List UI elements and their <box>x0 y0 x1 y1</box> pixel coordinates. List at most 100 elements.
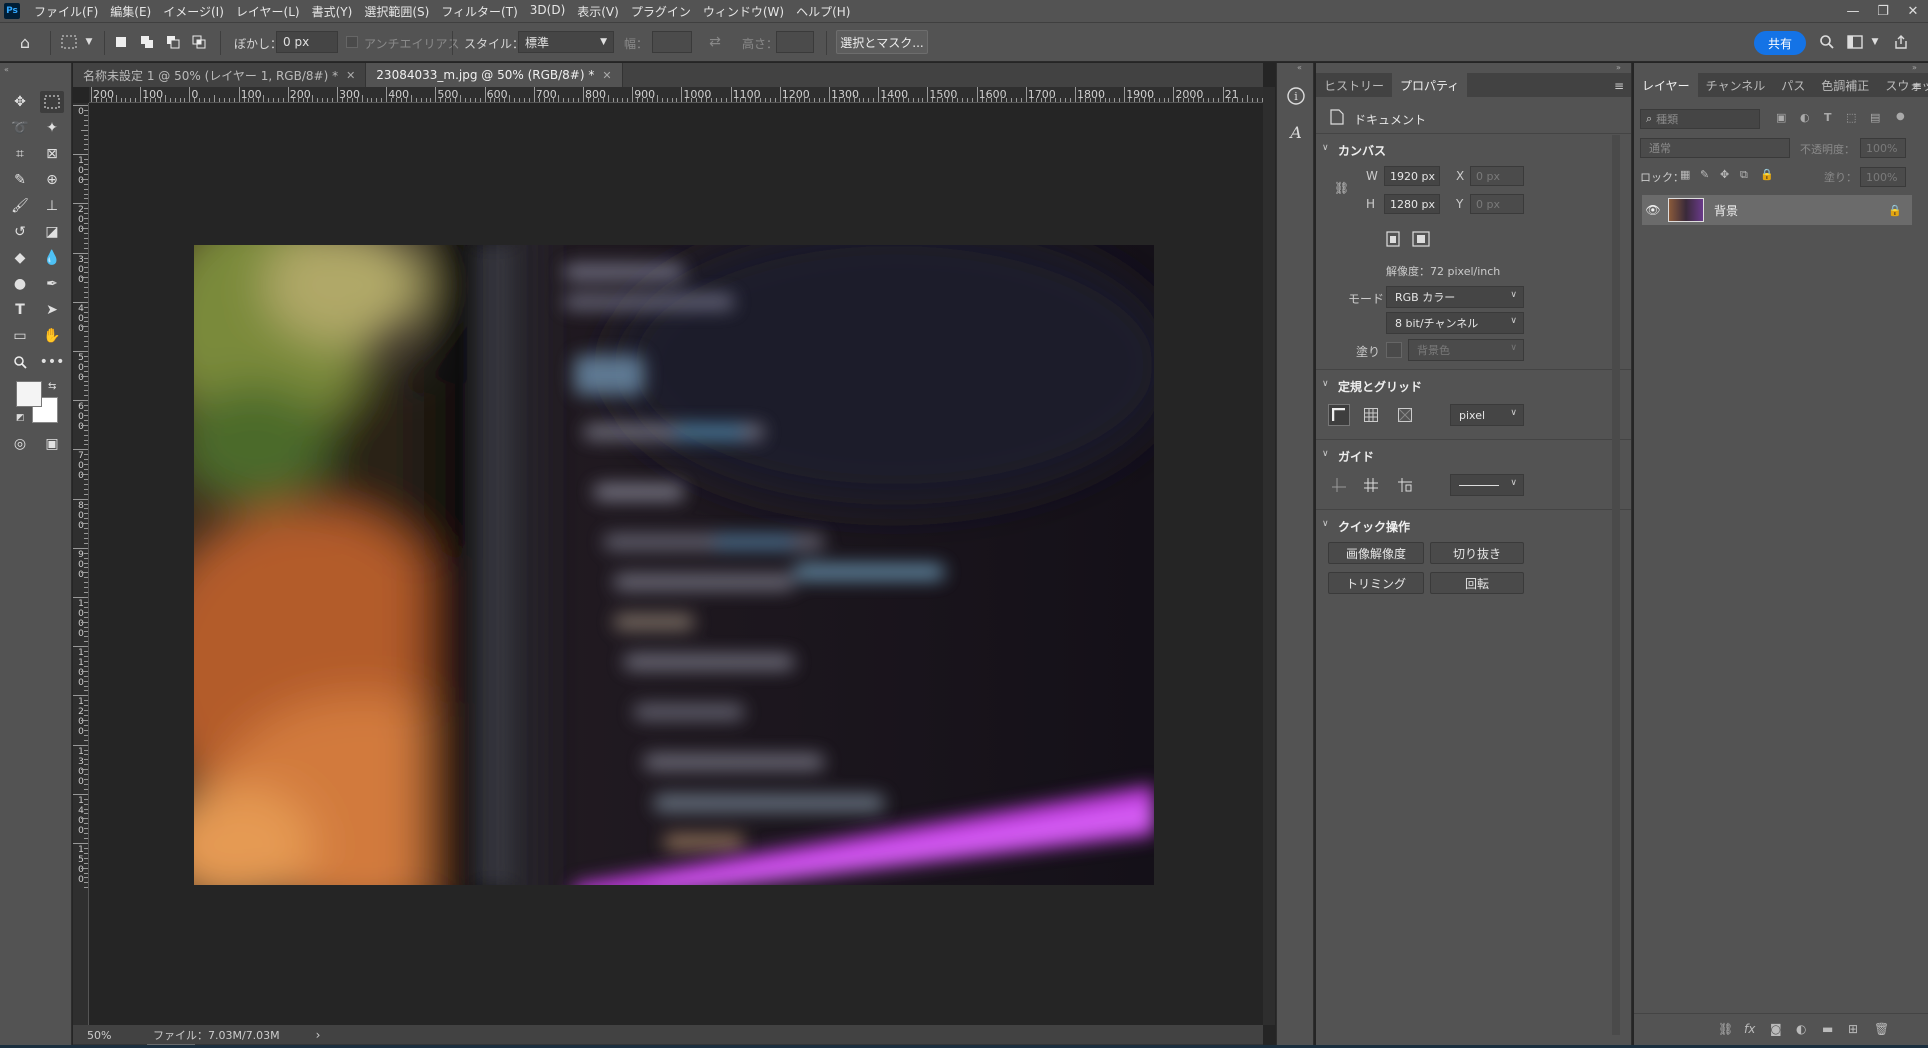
new-guide-icon[interactable] <box>1360 474 1382 496</box>
character-panel-icon[interactable]: A <box>1285 123 1307 145</box>
workspace-icon[interactable] <box>1846 33 1864 51</box>
menu-item[interactable]: 編集(E) <box>110 3 151 20</box>
lasso-tool-icon[interactable]: ➰ <box>8 117 32 139</box>
add-selection-icon[interactable] <box>138 33 156 51</box>
rotate-button[interactable]: 回転 <box>1430 572 1524 594</box>
lock-artboard-icon[interactable]: ⧉ <box>1740 168 1748 182</box>
menu-item[interactable]: 書式(Y) <box>312 3 353 20</box>
lock-image-icon[interactable]: ✎ <box>1700 168 1709 181</box>
portrait-icon[interactable] <box>1386 231 1402 247</box>
blur-tool-icon[interactable]: 💧 <box>40 247 64 269</box>
lock-all-icon[interactable]: 🔒 <box>1760 168 1774 181</box>
canvas-area[interactable] <box>89 103 1263 1025</box>
menu-item[interactable]: レイヤー(L) <box>236 3 300 20</box>
guides-section-title[interactable]: ガイド <box>1338 448 1374 465</box>
collapse-icon[interactable]: » <box>1616 63 1621 72</box>
color-mode-select[interactable]: RGB カラー ∨ <box>1386 286 1524 308</box>
panel-menu-icon[interactable]: ≡ <box>1912 79 1922 93</box>
lock-position-icon[interactable]: ✥ <box>1720 168 1729 181</box>
tab-23084033-jpg[interactable]: 23084033_m.jpg @ 50% (RGB/8#) * ✕ <box>366 63 623 87</box>
rectangular-marquee-tool-icon[interactable] <box>40 91 64 113</box>
path-selection-tool-icon[interactable]: ➤ <box>40 299 64 321</box>
pen-tool-icon[interactable]: ✒ <box>40 273 64 295</box>
search-icon[interactable] <box>1818 33 1836 51</box>
home-icon[interactable]: ⌂ <box>16 33 34 52</box>
collapse-icon[interactable]: » <box>1912 63 1917 72</box>
chevron-down-icon[interactable]: ∨ <box>1322 143 1329 153</box>
menu-item[interactable]: 3D(D) <box>530 3 565 20</box>
close-icon[interactable]: ✕ <box>602 69 611 82</box>
canvas-height-input[interactable]: 1280 px <box>1384 194 1440 214</box>
chevron-down-icon[interactable]: ▼ <box>1866 33 1884 51</box>
menu-item[interactable]: プラグイン <box>631 3 691 20</box>
chevron-down-icon[interactable]: ∨ <box>1322 379 1329 389</box>
history-brush-tool-icon[interactable]: ↺ <box>8 221 32 243</box>
lock-transparent-icon[interactable]: ▦ <box>1680 168 1690 181</box>
width-input[interactable] <box>652 31 692 53</box>
filter-adjustment-icon[interactable]: ◐ <box>1800 111 1810 124</box>
antialias-checkbox[interactable] <box>346 33 358 51</box>
bit-depth-select[interactable]: 8 bit/チャンネル ∨ <box>1386 312 1524 334</box>
fill-input[interactable]: 100% <box>1860 167 1906 187</box>
zoom-level[interactable]: 50% <box>87 1029 147 1042</box>
menu-item[interactable]: フィルター(T) <box>441 3 517 20</box>
minimize-icon[interactable]: — <box>1838 0 1868 22</box>
clone-stamp-tool-icon[interactable]: ⊥ <box>40 195 64 217</box>
more-tools-icon[interactable]: ••• <box>40 351 65 373</box>
menu-item[interactable]: 表示(V) <box>577 3 619 20</box>
magic-wand-tool-icon[interactable]: ✦ <box>40 117 64 139</box>
swap-colors-icon[interactable]: ⇆ <box>48 381 56 392</box>
quick-mask-icon[interactable]: ◎ <box>8 433 32 455</box>
move-tool-icon[interactable]: ✥ <box>8 91 32 113</box>
document-image[interactable] <box>194 245 1154 885</box>
trim-button[interactable]: トリミング <box>1328 572 1424 594</box>
paint-bucket-tool-icon[interactable]: ◆ <box>8 247 32 269</box>
menu-item[interactable]: ウィンドウ(W) <box>703 3 784 20</box>
group-folder-icon[interactable]: ▬ <box>1822 1022 1833 1036</box>
default-colors-icon[interactable]: ◩ <box>16 413 25 423</box>
rulers-grid-section-title[interactable]: 定規とグリッド <box>1338 378 1422 395</box>
fill-select[interactable]: 背景色 ∨ <box>1408 339 1524 361</box>
landscape-icon[interactable] <box>1412 231 1430 247</box>
menu-item[interactable]: ヘルプ(H) <box>796 3 850 20</box>
style-select[interactable]: 標準 ▼ <box>518 31 614 53</box>
healing-brush-tool-icon[interactable]: ⊕ <box>40 169 64 191</box>
canvas-y-input[interactable]: 0 px <box>1470 194 1524 214</box>
tab-channels[interactable]: チャンネル <box>1698 73 1774 97</box>
hand-tool-icon[interactable]: ✋ <box>40 325 64 347</box>
close-icon[interactable]: ✕ <box>346 69 355 82</box>
brush-tool-icon[interactable]: 🖌 <box>8 195 32 217</box>
tab-adjustments[interactable]: 色調補正 <box>1813 73 1877 97</box>
trash-icon[interactable]: 🗑 <box>1874 1022 1889 1036</box>
guide-icon[interactable] <box>1328 474 1350 496</box>
zoom-tool-icon[interactable] <box>8 351 32 373</box>
collapse-icon[interactable]: « <box>4 65 9 74</box>
add-mask-icon[interactable]: ◙ <box>1770 1022 1782 1036</box>
link-layers-icon[interactable]: ⛓ <box>1718 1022 1733 1036</box>
layer-row-background[interactable]: 👁 背景 🔒 <box>1642 195 1912 225</box>
panel-menu-icon[interactable]: ≡ <box>1614 79 1624 93</box>
foreground-color-swatch-top[interactable] <box>16 381 42 407</box>
type-tool-icon[interactable]: T <box>8 299 32 321</box>
canvas-x-input[interactable]: 0 px <box>1470 166 1524 186</box>
menu-item[interactable]: ファイル(F) <box>34 3 98 20</box>
share-export-icon[interactable] <box>1892 33 1910 51</box>
blend-mode-select[interactable]: 通常 <box>1640 138 1790 158</box>
share-button[interactable]: 共有 <box>1754 31 1806 55</box>
opacity-input[interactable]: 100% <box>1860 138 1906 158</box>
feather-input[interactable]: 0 px <box>276 31 338 53</box>
layer-filter-search[interactable]: ⌕ 種類 <box>1640 109 1760 129</box>
tab-properties[interactable]: プロパティ <box>1392 73 1468 97</box>
image-size-button[interactable]: 画像解像度 <box>1328 542 1424 564</box>
chevron-right-icon[interactable]: › <box>316 1028 321 1042</box>
lock-icon[interactable]: 🔒 <box>1888 204 1902 217</box>
rectangle-tool-icon[interactable]: ▭ <box>8 325 32 347</box>
pixel-grid-icon[interactable] <box>1394 404 1416 426</box>
height-input[interactable] <box>776 31 814 53</box>
tab-layers[interactable]: レイヤー <box>1634 73 1698 97</box>
guide-layout-icon[interactable] <box>1394 474 1416 496</box>
info-icon[interactable]: i <box>1285 85 1307 107</box>
grid-icon[interactable] <box>1360 404 1382 426</box>
eyedropper-tool-icon[interactable]: ✎ <box>8 169 32 191</box>
select-and-mask-button[interactable]: 選択とマスク... <box>836 30 928 54</box>
